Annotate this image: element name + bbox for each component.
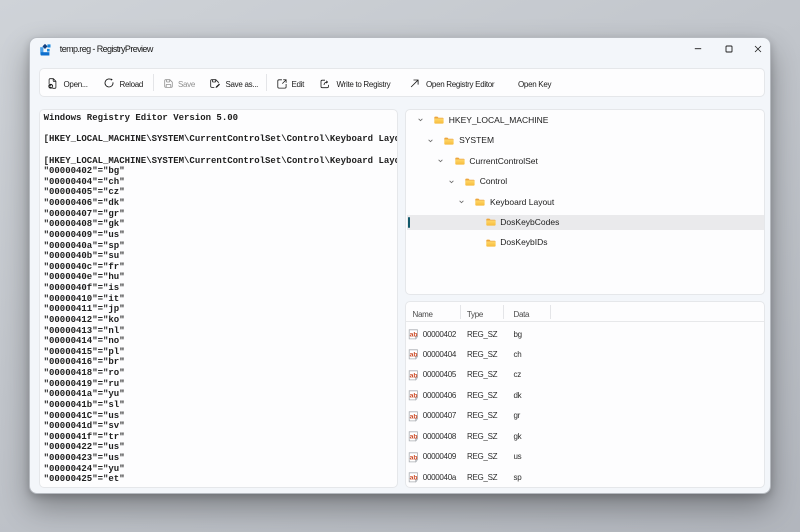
svg-text:ab: ab xyxy=(409,331,417,338)
svg-text:ab: ab xyxy=(409,474,417,481)
svg-text:ab: ab xyxy=(409,433,417,440)
svg-text:ab: ab xyxy=(409,372,417,379)
svg-text:ab: ab xyxy=(409,393,417,400)
svg-text:ab: ab xyxy=(409,352,417,359)
svg-text:ab: ab xyxy=(409,454,417,461)
svg-text:ab: ab xyxy=(409,413,417,420)
